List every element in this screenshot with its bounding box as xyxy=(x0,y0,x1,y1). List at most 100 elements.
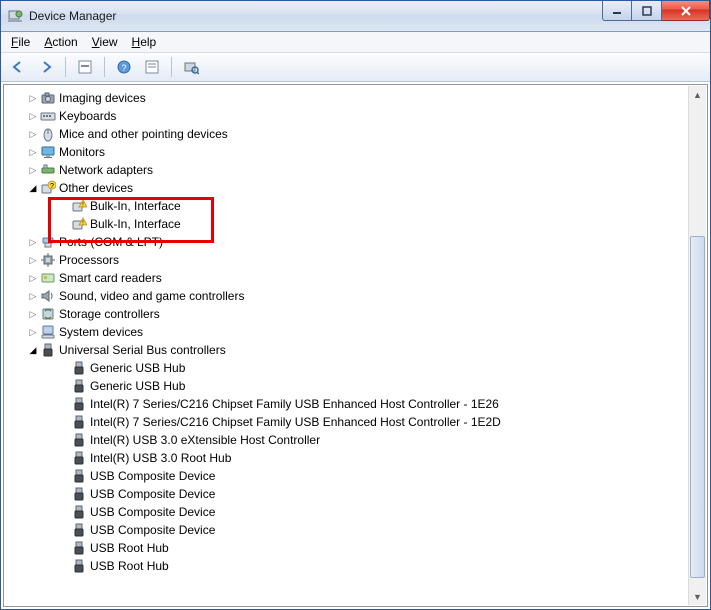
tree-item[interactable]: Bulk-In, Interface xyxy=(8,215,689,233)
expand-collapse-icon[interactable]: ▷ xyxy=(27,125,39,143)
scroll-thumb[interactable] xyxy=(690,236,705,578)
properties-button[interactable] xyxy=(139,55,165,79)
expand-collapse-icon[interactable]: ▷ xyxy=(27,143,39,161)
tree-item-label: Bulk-In, Interface xyxy=(88,197,181,215)
tree-item[interactable]: USB Root Hub xyxy=(8,539,689,557)
scroll-up-button[interactable]: ▲ xyxy=(689,86,706,103)
menu-file[interactable]: File xyxy=(5,34,36,50)
tree-item-label: USB Composite Device xyxy=(88,503,215,521)
tree-category[interactable]: ▷ Smart card readers xyxy=(8,269,689,287)
ports-icon xyxy=(39,234,57,250)
forward-button[interactable] xyxy=(33,55,59,79)
tree-item[interactable]: Intel(R) 7 Series/C216 Chipset Family US… xyxy=(8,395,689,413)
minimize-button[interactable] xyxy=(602,1,632,21)
usb-icon xyxy=(70,432,88,448)
show-hidden-button[interactable] xyxy=(72,55,98,79)
scroll-down-button[interactable]: ▼ xyxy=(689,588,706,605)
tree-category[interactable]: ▷Sound, video and game controllers xyxy=(8,287,689,305)
tree-category[interactable]: ◢ Other devices xyxy=(8,179,689,197)
tree-item[interactable]: Generic USB Hub xyxy=(8,359,689,377)
system-icon xyxy=(39,324,57,340)
tree-category[interactable]: ▷ Processors xyxy=(8,251,689,269)
device-tree[interactable]: ▷Imaging devices▷Keyboards▷Mice and othe… xyxy=(4,85,689,606)
tree-category[interactable]: ▷Monitors xyxy=(8,143,689,161)
warning-icon xyxy=(70,216,88,232)
usb-icon xyxy=(70,396,88,412)
tree-item-label: Universal Serial Bus controllers xyxy=(57,341,226,359)
tree-category[interactable]: ▷Network adapters xyxy=(8,161,689,179)
tree-item-label: USB Composite Device xyxy=(88,485,215,503)
network-icon xyxy=(39,162,57,178)
tree-item-label: Other devices xyxy=(57,179,133,197)
tree-item-label: Intel(R) USB 3.0 Root Hub xyxy=(88,449,231,467)
other-icon xyxy=(39,180,57,196)
expand-collapse-icon[interactable]: ▷ xyxy=(27,323,39,341)
expand-collapse-icon[interactable]: ▷ xyxy=(27,161,39,179)
expand-collapse-icon[interactable]: ▷ xyxy=(27,269,39,287)
tree-item[interactable]: Intel(R) USB 3.0 eXtensible Host Control… xyxy=(8,431,689,449)
expand-collapse-icon[interactable]: ▷ xyxy=(27,287,39,305)
back-button[interactable] xyxy=(5,55,31,79)
tree-item[interactable]: USB Composite Device xyxy=(8,467,689,485)
toolbar-separator xyxy=(65,57,66,77)
menu-help[interactable]: Help xyxy=(126,34,163,50)
tree-item[interactable]: Intel(R) USB 3.0 Root Hub xyxy=(8,449,689,467)
usb-icon xyxy=(70,558,88,574)
window-title: Device Manager xyxy=(29,9,116,23)
tree-item-label: Generic USB Hub xyxy=(88,359,185,377)
tree-item[interactable]: USB Composite Device xyxy=(8,521,689,539)
usb-icon xyxy=(70,414,88,430)
tree-item-label: Bulk-In, Interface xyxy=(88,215,181,233)
menu-action[interactable]: Action xyxy=(38,34,83,50)
tree-category[interactable]: ▷ Ports (COM & LPT) xyxy=(8,233,689,251)
tree-item-label: Smart card readers xyxy=(57,269,162,287)
tree-item[interactable]: USB Composite Device xyxy=(8,485,689,503)
usb-icon xyxy=(70,540,88,556)
tree-item-label: Generic USB Hub xyxy=(88,377,185,395)
tree-item[interactable]: USB Root Hub xyxy=(8,557,689,575)
expand-collapse-icon[interactable]: ◢ xyxy=(27,179,39,197)
titlebar[interactable]: Device Manager xyxy=(1,1,710,32)
app-icon xyxy=(7,8,23,24)
help-button[interactable] xyxy=(111,55,137,79)
expand-collapse-icon[interactable]: ◢ xyxy=(27,341,39,359)
camera-icon xyxy=(39,90,57,106)
maximize-button[interactable] xyxy=(632,1,662,21)
usb-icon xyxy=(70,504,88,520)
tree-item-label: USB Composite Device xyxy=(88,521,215,539)
tree-item-label: Storage controllers xyxy=(57,305,160,323)
storage-icon xyxy=(39,306,57,322)
tree-category[interactable]: ▷ Mice and other pointing devices xyxy=(8,125,689,143)
device-manager-window: Device Manager File Action View Help ▷Im… xyxy=(0,0,711,610)
tree-category[interactable]: ▷ Storage controllers xyxy=(8,305,689,323)
menu-view[interactable]: View xyxy=(86,34,124,50)
tree-item[interactable]: Generic USB Hub xyxy=(8,377,689,395)
tree-item[interactable]: Intel(R) 7 Series/C216 Chipset Family US… xyxy=(8,413,689,431)
tree-item-label: Ports (COM & LPT) xyxy=(57,233,163,251)
usb-icon xyxy=(70,378,88,394)
expand-collapse-icon[interactable]: ▷ xyxy=(27,305,39,323)
expand-collapse-icon[interactable]: ▷ xyxy=(27,107,39,125)
tree-item[interactable]: Bulk-In, Interface xyxy=(8,197,689,215)
tree-item-label: USB Composite Device xyxy=(88,467,215,485)
tree-category[interactable]: ▷ Keyboards xyxy=(8,107,689,125)
menubar: File Action View Help xyxy=(1,32,710,53)
tree-category[interactable]: ▷ System devices xyxy=(8,323,689,341)
toolbar xyxy=(1,53,710,82)
tree-item-label: Keyboards xyxy=(57,107,116,125)
scan-hardware-button[interactable] xyxy=(178,55,204,79)
close-button[interactable] xyxy=(662,1,710,21)
expand-collapse-icon[interactable]: ▷ xyxy=(27,233,39,251)
warning-icon xyxy=(70,198,88,214)
scrollbar[interactable]: ▲ ▼ xyxy=(688,86,706,605)
cpu-icon xyxy=(39,252,57,268)
tree-item[interactable]: USB Composite Device xyxy=(8,503,689,521)
tree-category[interactable]: ▷Imaging devices xyxy=(8,89,689,107)
usb-icon xyxy=(70,468,88,484)
tree-item-label: Mice and other pointing devices xyxy=(57,125,228,143)
expand-collapse-icon[interactable]: ▷ xyxy=(27,251,39,269)
tree-item-label: Processors xyxy=(57,251,119,269)
tree-item-label: System devices xyxy=(57,323,143,341)
expand-collapse-icon[interactable]: ▷ xyxy=(27,89,39,107)
tree-category[interactable]: ◢ Universal Serial Bus controllers xyxy=(8,341,689,359)
